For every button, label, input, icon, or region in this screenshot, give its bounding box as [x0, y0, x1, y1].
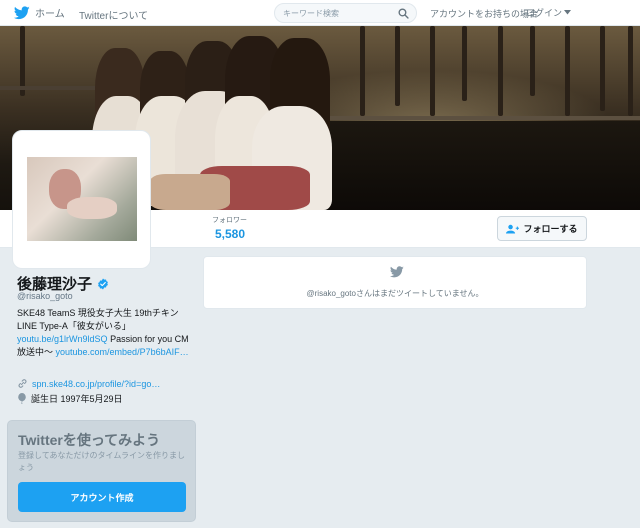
nav-about-link[interactable]: Twitterについて — [79, 7, 148, 22]
search-box — [274, 3, 417, 23]
bio-link-youtu-be[interactable]: youtu.be/g1lrWn9ldSQ — [17, 334, 108, 344]
followers-count: 5,580 — [215, 227, 246, 241]
link-icon — [18, 379, 27, 388]
profile-birthday-row: 誕生日 1997年5月29日 — [17, 392, 123, 405]
followers-label: フォロワー — [212, 217, 247, 224]
follow-button[interactable]: フォローする — [497, 216, 587, 241]
search-icon[interactable] — [398, 8, 409, 19]
create-account-label: アカウント作成 — [70, 492, 134, 503]
bio-text: SKE48 TeamS 現役女子大生 19thチキンLINE Type-A「彼女… — [17, 308, 179, 331]
bio-link-youtube[interactable]: youtube.com/embed/P7b6bAIF… — [56, 347, 189, 357]
nav-home-link[interactable]: ホーム — [14, 5, 65, 20]
profile-handle[interactable]: @risako_goto — [17, 291, 73, 301]
caret-down-icon — [564, 10, 572, 15]
nav-home-label: ホーム — [35, 9, 65, 20]
signup-title: Twitterを使ってみよう — [18, 432, 161, 448]
profile-avatar[interactable] — [12, 130, 151, 269]
twitter-bird-icon — [14, 5, 30, 19]
timeline-empty-state: @risako_gotoさんはまだツイートしていません。 — [203, 256, 587, 309]
profile-bio: SKE48 TeamS 現役女子大生 19thチキンLINE Type-A「彼女… — [17, 307, 189, 359]
twitter-bird-icon — [390, 266, 404, 278]
create-account-button[interactable]: アカウント作成 — [18, 482, 186, 512]
profile-website-row: spn.ske48.co.jp/profile/?id=go… — [17, 378, 160, 389]
profile-website-link[interactable]: spn.ske48.co.jp/profile/?id=go… — [32, 379, 160, 389]
add-user-icon — [506, 224, 520, 234]
follow-button-label: フォローする — [523, 224, 578, 234]
login-dropdown[interactable]: ログイン — [526, 6, 572, 19]
timeline-empty-text: @risako_gotoさんはまだツイートしていません。 — [306, 289, 484, 298]
profile-birthday: 誕生日 1997年5月29日 — [31, 394, 123, 404]
account-prompt-text: アカウントをお持ちの場合 — [430, 9, 539, 19]
search-input[interactable] — [283, 7, 393, 20]
verified-badge-icon — [98, 278, 108, 289]
signup-card: Twitterを使ってみよう 登録してあなただけのタイムラインを作りましょう ア… — [7, 420, 196, 522]
top-navigation-bar: ホーム Twitterについて アカウントをお持ちの場合 ログイン — [0, 0, 640, 26]
followers-stat[interactable]: フォロワー 5,580 — [212, 215, 247, 241]
login-label: ログイン — [526, 8, 563, 18]
signup-description: 登録してあなただけのタイムラインを作りましょう — [18, 451, 185, 472]
avatar-photo — [27, 157, 137, 241]
balloon-icon — [18, 393, 26, 404]
